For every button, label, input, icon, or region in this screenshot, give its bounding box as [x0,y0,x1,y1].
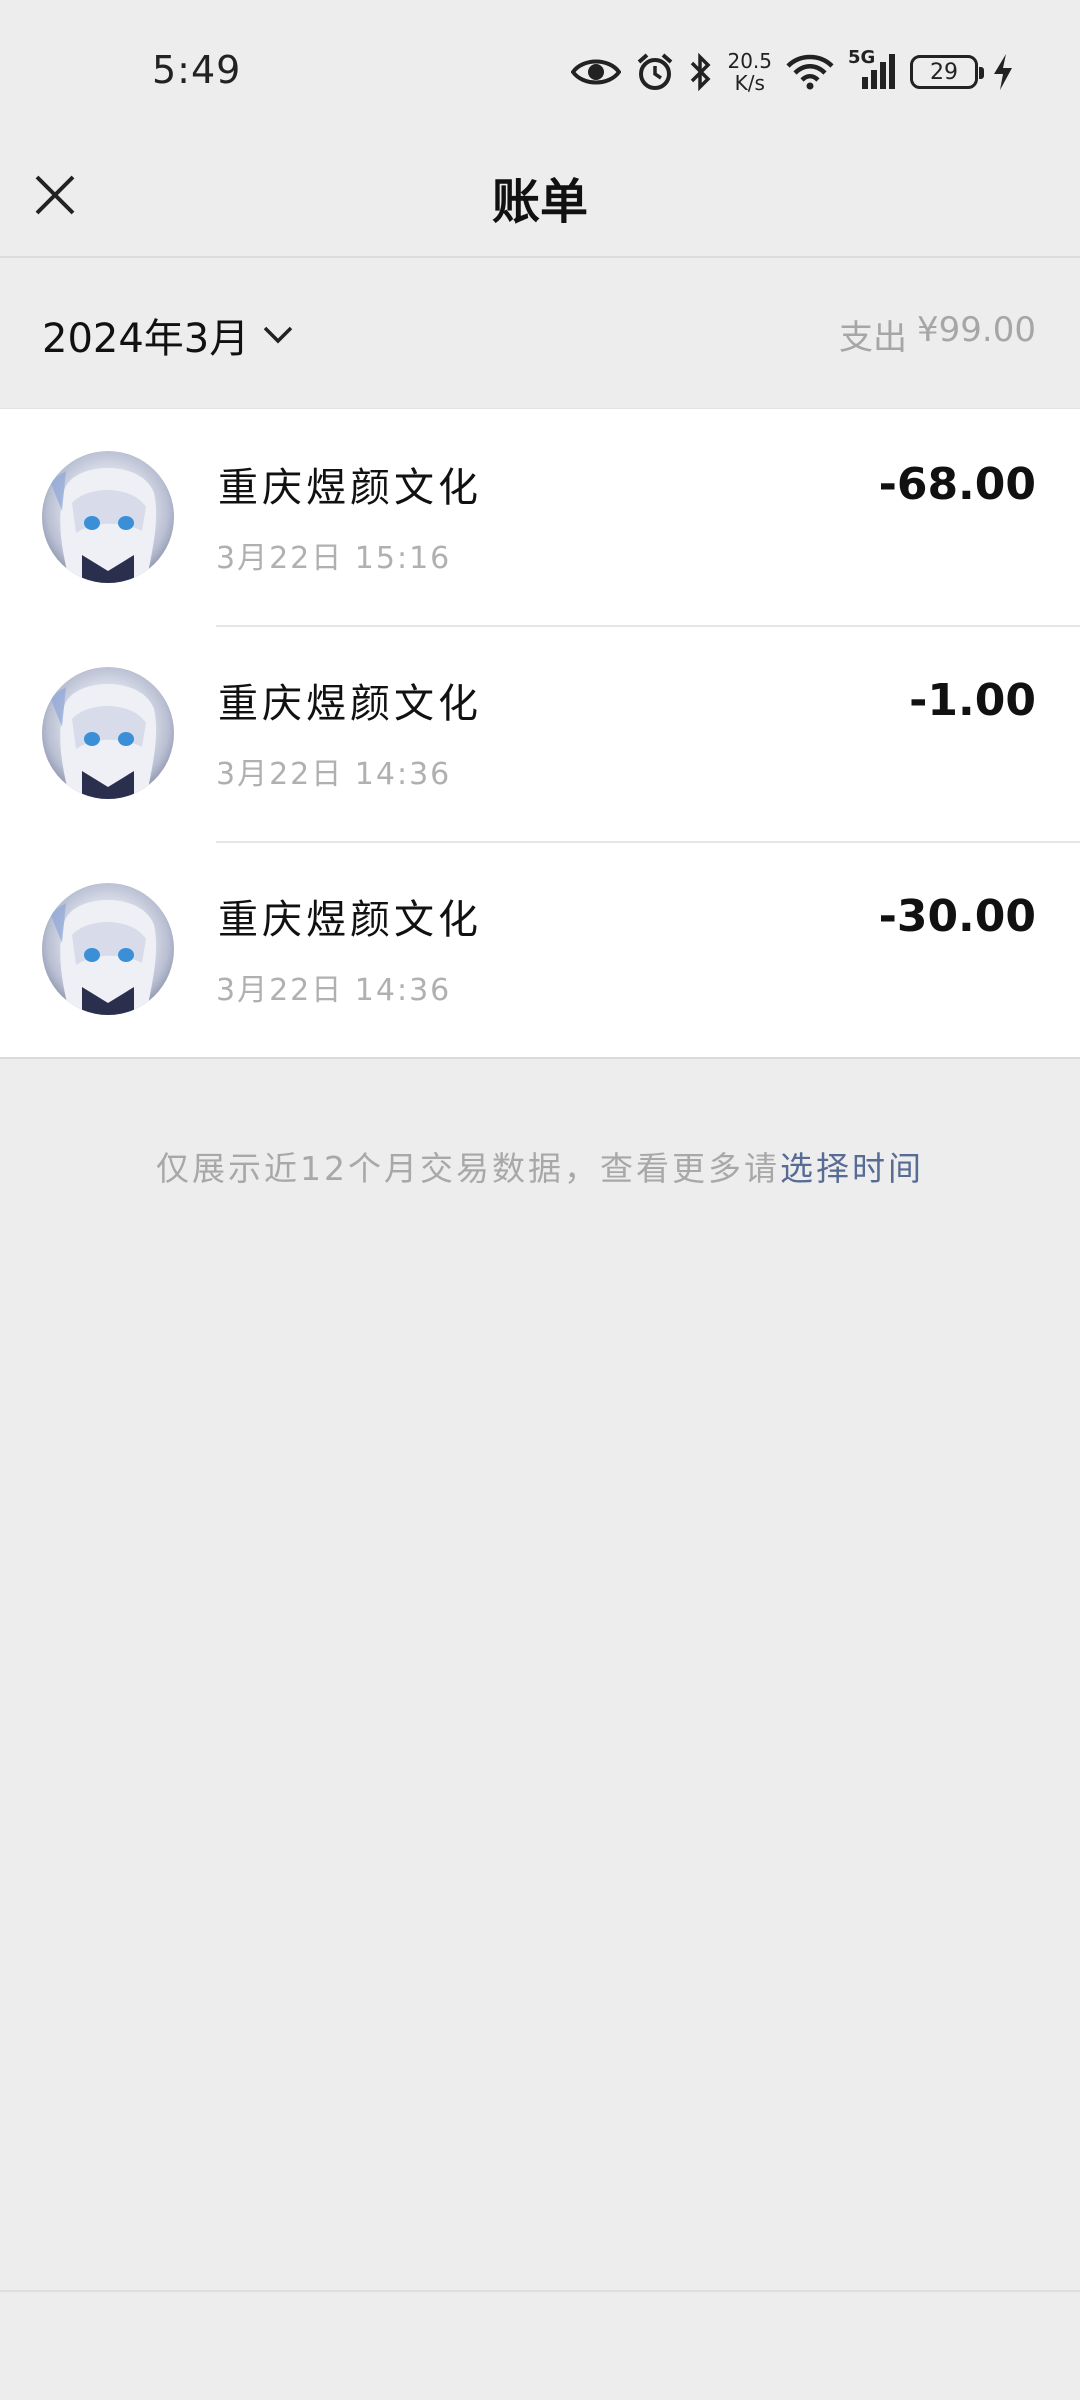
transaction-datetime: 3月22日 14:36 [216,973,452,1008]
net-speed-value: 20.5 [727,49,772,73]
month-bar: 2024年3月 支出 ¥99.00 [0,258,1080,408]
transaction-item[interactable]: 重庆煜颜文化 3月22日 14:36 -30.00 [0,841,1080,1057]
merchant-avatar [42,667,174,799]
net-speed-unit: K/s [734,71,765,95]
status-time: 5:49 [152,48,242,92]
transaction-item[interactable]: 重庆煜颜文化 3月22日 15:16 -68.00 [0,409,1080,625]
alarm-icon [635,52,675,92]
merchant-name: 重庆煜颜文化 [218,465,482,511]
transaction-datetime: 3月22日 14:36 [216,757,452,792]
transaction-list: 重庆煜颜文化 3月22日 15:16 -68.00 重庆煜颜文化 3月22日 1… [0,408,1080,1059]
battery-indicator: 29 [910,55,984,89]
network-type: 5G [848,47,876,68]
transaction-amount: -30.00 [878,891,1036,942]
wifi-icon [786,54,834,90]
net-speed: 20.5 K/s [727,50,772,94]
battery-level: 29 [930,59,958,85]
charging-icon [992,53,1014,91]
page-title: 账单 [491,174,588,230]
transaction-datetime: 3月22日 15:16 [216,541,452,576]
bluetooth-icon [689,53,713,91]
bottom-divider [0,2290,1080,2292]
chevron-down-icon [264,326,293,344]
month-expense-summary: 支出 ¥99.00 [839,310,1036,359]
month-label: 2024年3月 [42,316,250,362]
transaction-amount: -1.00 [909,675,1036,726]
transaction-item[interactable]: 重庆煜颜文化 3月22日 14:36 -1.00 [0,625,1080,841]
status-bar: 5:49 20.5 K/s 5G 29 [0,0,1080,140]
signal-icon: 5G [848,47,896,91]
status-icons: 20.5 K/s 5G 29 [571,46,1014,98]
merchant-name: 重庆煜颜文化 [218,681,482,727]
merchant-avatar [42,451,174,583]
header: 账单 [0,140,1080,258]
expense-label: 支出 [839,318,908,358]
eye-icon [571,56,622,88]
merchant-avatar [42,883,174,1015]
expense-amount: ¥99.00 [917,310,1036,350]
history-note-text: 仅展示近12个月交易数据，查看更多请 [156,1149,780,1188]
history-note: 仅展示近12个月交易数据，查看更多请选择时间 [0,1142,1080,1190]
merchant-name: 重庆煜颜文化 [218,897,482,943]
select-time-link[interactable]: 选择时间 [780,1149,924,1188]
transaction-amount: -68.00 [878,459,1036,510]
month-selector[interactable]: 2024年3月 [42,306,293,364]
